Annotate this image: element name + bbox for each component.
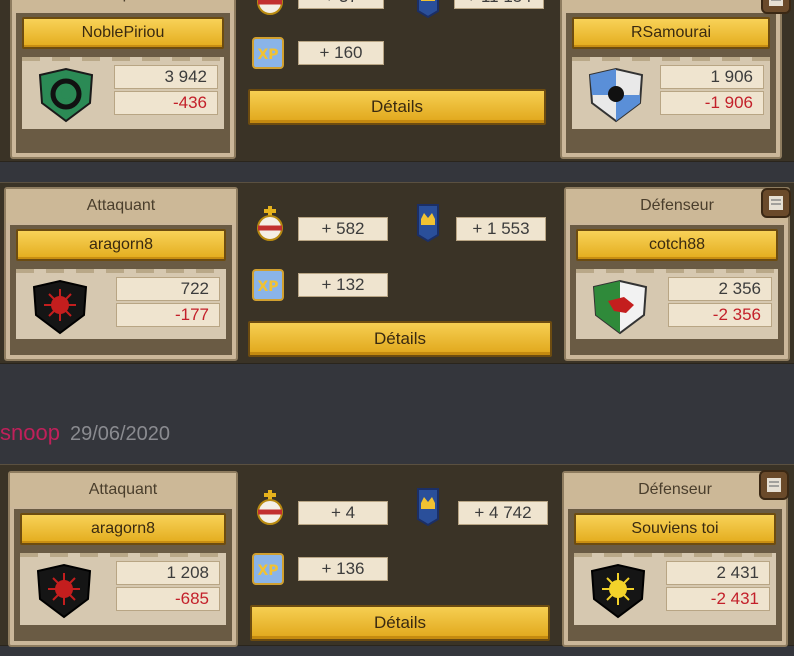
defender-loss-value: -1 906 bbox=[660, 91, 764, 115]
defender-panel: Défenseur cotch88 2 356 -2 356 bbox=[564, 187, 790, 361]
guild-banner-icon bbox=[417, 0, 439, 19]
report-separator: snoop 29/06/2020 bbox=[0, 420, 170, 446]
defender-name-button[interactable]: Souviens toi bbox=[574, 513, 776, 545]
svg-text:XP: XP bbox=[257, 47, 278, 63]
attacker-guild-crest-icon bbox=[38, 67, 94, 123]
attacker-name-button[interactable]: aragorn8 bbox=[16, 229, 226, 261]
defender-heading: Défenseur bbox=[562, 0, 780, 11]
orb-icon bbox=[257, 0, 283, 15]
attacker-heading: Attaquant bbox=[10, 473, 236, 507]
details-button[interactable]: Détails bbox=[248, 89, 546, 125]
attacker-panel: Attaquant aragorn8 722 -177 bbox=[4, 187, 238, 361]
defender-honor-value: 2 431 bbox=[666, 561, 770, 585]
fight-report-card: Attaquant aragorn8 722 -177 + 582 + 1 55… bbox=[0, 182, 794, 364]
fight-report-card: Attaquant NoblePiriou 3 942 -436 + 37 + … bbox=[0, 0, 794, 162]
xp-reward: + 132 bbox=[298, 273, 388, 297]
attacker-heading: Attaquant bbox=[6, 189, 236, 223]
orb-reward: + 582 bbox=[298, 217, 388, 241]
attacker-panel: Attaquant aragorn8 1 208 -685 bbox=[8, 471, 238, 647]
guild-reward: + 1 553 bbox=[456, 217, 546, 241]
scroll-icon[interactable] bbox=[760, 0, 792, 15]
defender-heading: Défenseur bbox=[566, 189, 788, 223]
details-button[interactable]: Détails bbox=[248, 321, 552, 357]
guild-reward: + 11 154 bbox=[454, 0, 544, 9]
defender-guild-crest-icon bbox=[590, 563, 646, 619]
fight-report-card: Attaquant aragorn8 1 208 -685 + 4 + 4 74… bbox=[0, 464, 794, 647]
rewards-area: + 4 + 4 742 XP + 136 Détails bbox=[244, 471, 558, 647]
xp-icon: XP bbox=[252, 269, 284, 301]
attacker-guild-crest-icon bbox=[32, 279, 88, 335]
defender-name-button[interactable]: RSamourai bbox=[572, 17, 770, 49]
details-button[interactable]: Détails bbox=[250, 605, 550, 641]
attacker-loss-value: -436 bbox=[114, 91, 218, 115]
attacker-honor-value: 1 208 bbox=[116, 561, 220, 585]
attacker-panel: Attaquant NoblePiriou 3 942 -436 bbox=[10, 0, 236, 159]
attacker-loss-value: -685 bbox=[116, 587, 220, 611]
attacker-heading: Attaquant bbox=[12, 0, 234, 11]
attacker-honor-value: 3 942 bbox=[114, 65, 218, 89]
xp-reward: + 160 bbox=[298, 41, 384, 65]
xp-icon: XP bbox=[252, 553, 284, 585]
xp-icon: XP bbox=[252, 37, 284, 69]
attacker-name-button[interactable]: aragorn8 bbox=[20, 513, 226, 545]
attacker-honor-value: 722 bbox=[116, 277, 220, 301]
attacker-guild-crest-icon bbox=[36, 563, 92, 619]
defender-panel: Défenseur Souviens toi 2 431 -2 431 bbox=[562, 471, 788, 647]
orb-reward: + 4 bbox=[298, 501, 388, 525]
rewards-area: + 37 + 11 154 XP + 160 Détails bbox=[244, 0, 554, 159]
attacker-name-button[interactable]: NoblePiriou bbox=[22, 17, 224, 49]
attacker-loss-value: -177 bbox=[116, 303, 220, 327]
orb-reward: + 37 bbox=[298, 0, 384, 9]
guild-banner-icon bbox=[417, 488, 439, 527]
defender-honor-value: 2 356 bbox=[668, 277, 772, 301]
defender-guild-crest-icon bbox=[592, 279, 648, 335]
orb-icon bbox=[257, 206, 283, 241]
svg-text:XP: XP bbox=[257, 563, 278, 579]
svg-text:XP: XP bbox=[257, 279, 278, 295]
author-name[interactable]: snoop bbox=[0, 420, 60, 445]
guild-banner-icon bbox=[417, 204, 439, 243]
orb-icon bbox=[257, 490, 283, 525]
xp-reward: + 136 bbox=[298, 557, 388, 581]
defender-name-button[interactable]: cotch88 bbox=[576, 229, 778, 261]
scroll-icon[interactable] bbox=[758, 469, 790, 501]
defender-loss-value: -2 431 bbox=[666, 587, 770, 611]
defender-honor-value: 1 906 bbox=[660, 65, 764, 89]
rewards-area: + 582 + 1 553 XP + 132 Détails bbox=[244, 187, 560, 361]
defender-guild-crest-icon bbox=[588, 67, 644, 123]
scroll-icon[interactable] bbox=[760, 187, 792, 219]
defender-heading: Défenseur bbox=[564, 473, 786, 507]
defender-panel: Défenseur RSamourai 1 906 -1 906 bbox=[560, 0, 782, 159]
report-date: 29/06/2020 bbox=[69, 423, 171, 445]
guild-reward: + 4 742 bbox=[458, 501, 548, 525]
defender-loss-value: -2 356 bbox=[668, 303, 772, 327]
